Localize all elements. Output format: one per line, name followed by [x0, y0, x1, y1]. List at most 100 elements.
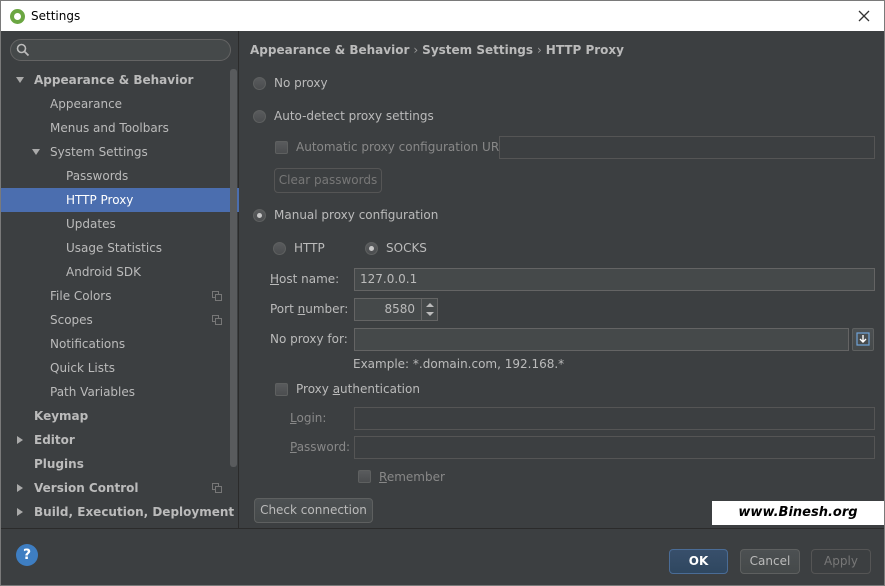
sidebar-item[interactable]: Build, Execution, Deployment	[1, 500, 239, 524]
host-name-label-text: ost name:	[279, 272, 340, 286]
breadcrumb-item: Appearance & Behavior	[250, 43, 410, 57]
sidebar-item[interactable]: File Colors	[1, 284, 239, 308]
sidebar-item[interactable]: Plugins	[1, 452, 239, 476]
sidebar-item-label: Menus and Toolbars	[50, 121, 169, 135]
project-scope-icon	[212, 291, 222, 301]
sidebar-item-label: Quick Lists	[50, 361, 115, 375]
sidebar-item-label: Version Control	[34, 481, 139, 495]
sidebar-item[interactable]: System Settings	[1, 140, 239, 164]
dialog-footer: ? OK Cancel Apply	[1, 528, 884, 585]
sidebar-item-label: Editor	[34, 433, 75, 447]
http-radio[interactable]	[273, 242, 286, 255]
port-number-label: Port number:	[270, 302, 348, 316]
main-panel: Appearance & Behavior › System Settings › HT…	[240, 31, 884, 528]
close-icon[interactable]	[854, 6, 874, 26]
help-icon[interactable]: ?	[16, 544, 38, 566]
sidebar-item[interactable]: Passwords	[1, 164, 239, 188]
sidebar-item[interactable]: Usage Statistics	[1, 236, 239, 260]
ok-button[interactable]: OK	[669, 549, 728, 574]
breadcrumb-separator-icon: ›	[536, 43, 542, 57]
manual-proxy-label: Manual proxy configuration	[274, 208, 439, 222]
watermark: www.Binesh.org	[712, 501, 884, 525]
proxy-authentication-label: Proxy authentication	[296, 382, 420, 396]
sidebar-item[interactable]: HTTP Proxy	[1, 188, 239, 212]
sidebar-item[interactable]: Menus and Toolbars	[1, 116, 239, 140]
expand-arrow-icon	[856, 332, 870, 346]
sidebar-item[interactable]: Keymap	[1, 404, 239, 428]
chevron-down-icon[interactable]	[31, 147, 41, 157]
sidebar-item-label: Passwords	[66, 169, 129, 183]
chevron-down-icon[interactable]	[15, 75, 25, 85]
sidebar-item[interactable]: Notifications	[1, 332, 239, 356]
proxy-auth-label-pre: Proxy	[296, 382, 333, 396]
port-number-label-pre: Port	[270, 302, 298, 316]
auto-config-url-checkbox[interactable]	[275, 141, 288, 154]
sidebar-item[interactable]: Scopes	[1, 308, 239, 332]
no-proxy-for-label: No proxy for:	[270, 332, 348, 346]
project-scope-icon	[212, 483, 222, 493]
http-label: HTTP	[294, 241, 325, 255]
breadcrumb: Appearance & Behavior › System Settings › HT…	[250, 43, 624, 57]
no-proxy-label: No proxy	[274, 76, 328, 90]
sidebar: Appearance & Behavior Appearance Menus and…	[1, 31, 239, 528]
password-mnemonic: P	[290, 440, 297, 454]
auto-config-url-label: Automatic proxy configuration URL:	[296, 140, 510, 154]
search-icon	[16, 43, 30, 57]
expand-field-button[interactable]	[852, 328, 874, 351]
sidebar-item[interactable]: Version Control	[1, 476, 239, 500]
apply-button[interactable]: Apply	[811, 549, 871, 574]
sidebar-item[interactable]: Quick Lists	[1, 356, 239, 380]
sidebar-item-label: File Colors	[50, 289, 112, 303]
sidebar-item[interactable]: Path Variables	[1, 380, 239, 404]
sidebar-item-label: Appearance & Behavior	[34, 73, 194, 87]
auto-config-url-field[interactable]	[499, 136, 875, 159]
socks-radio[interactable]	[365, 242, 378, 255]
sidebar-scrollbar[interactable]	[230, 69, 237, 467]
sidebar-item-label: Updates	[66, 217, 116, 231]
port-number-label-text: umber:	[305, 302, 349, 316]
remember-checkbox[interactable]	[358, 470, 371, 483]
project-scope-icon	[212, 315, 222, 325]
sidebar-item[interactable]: Android SDK	[1, 260, 239, 284]
no-proxy-for-input[interactable]	[354, 328, 849, 351]
sidebar-item-label: Path Variables	[50, 385, 136, 399]
port-spinner[interactable]	[421, 299, 437, 320]
sidebar-item-label: Usage Statistics	[66, 241, 163, 255]
sidebar-item-label: Appearance	[50, 97, 123, 111]
sidebar-item-label: Notifications	[50, 337, 126, 351]
example-hint: Example: *.domain.com, 192.168.*	[353, 357, 565, 371]
host-name-input[interactable]: 127.0.0.1	[354, 268, 875, 291]
manual-proxy-radio[interactable]	[253, 209, 266, 222]
no-proxy-radio[interactable]	[253, 77, 266, 90]
sidebar-item[interactable]: Editor	[1, 428, 239, 452]
password-input[interactable]	[354, 436, 875, 459]
search-input[interactable]	[10, 39, 231, 61]
clear-passwords-button[interactable]: Clear passwords	[274, 168, 382, 193]
sidebar-item[interactable]: Appearance	[1, 92, 239, 116]
host-name-mnemonic: H	[270, 272, 280, 286]
chevron-right-icon[interactable]	[15, 435, 25, 445]
chevron-right-icon[interactable]	[15, 507, 25, 517]
host-name-label: Host name:	[270, 272, 339, 286]
remember-label-text: emember	[386, 470, 445, 484]
sidebar-item-label: System Settings	[50, 145, 148, 159]
sidebar-item-label: Scopes	[50, 313, 93, 327]
check-connection-button[interactable]: Check connection	[254, 498, 373, 523]
chevron-right-icon[interactable]	[15, 483, 25, 493]
password-label: Password:	[290, 440, 350, 454]
android-studio-icon	[10, 9, 25, 24]
sidebar-item-label: Build, Execution, Deployment	[34, 505, 235, 519]
proxy-auth-label-text: uthentication	[340, 382, 420, 396]
cancel-button[interactable]: Cancel	[740, 549, 800, 574]
login-input[interactable]	[354, 407, 875, 430]
auto-detect-radio[interactable]	[253, 110, 266, 123]
settings-window: Appearance & Behavior Appearance Menus and…	[0, 31, 885, 586]
sidebar-item-label: Android SDK	[66, 265, 141, 279]
sidebar-item[interactable]: Appearance & Behavior	[1, 68, 239, 92]
port-number-value: 8580	[384, 302, 415, 316]
proxy-authentication-checkbox[interactable]	[275, 383, 288, 396]
sidebar-item[interactable]: Updates	[1, 212, 239, 236]
port-number-input[interactable]: 8580	[354, 298, 438, 321]
login-label-text: ogin:	[296, 411, 327, 425]
remember-mnemonic: R	[379, 470, 387, 484]
